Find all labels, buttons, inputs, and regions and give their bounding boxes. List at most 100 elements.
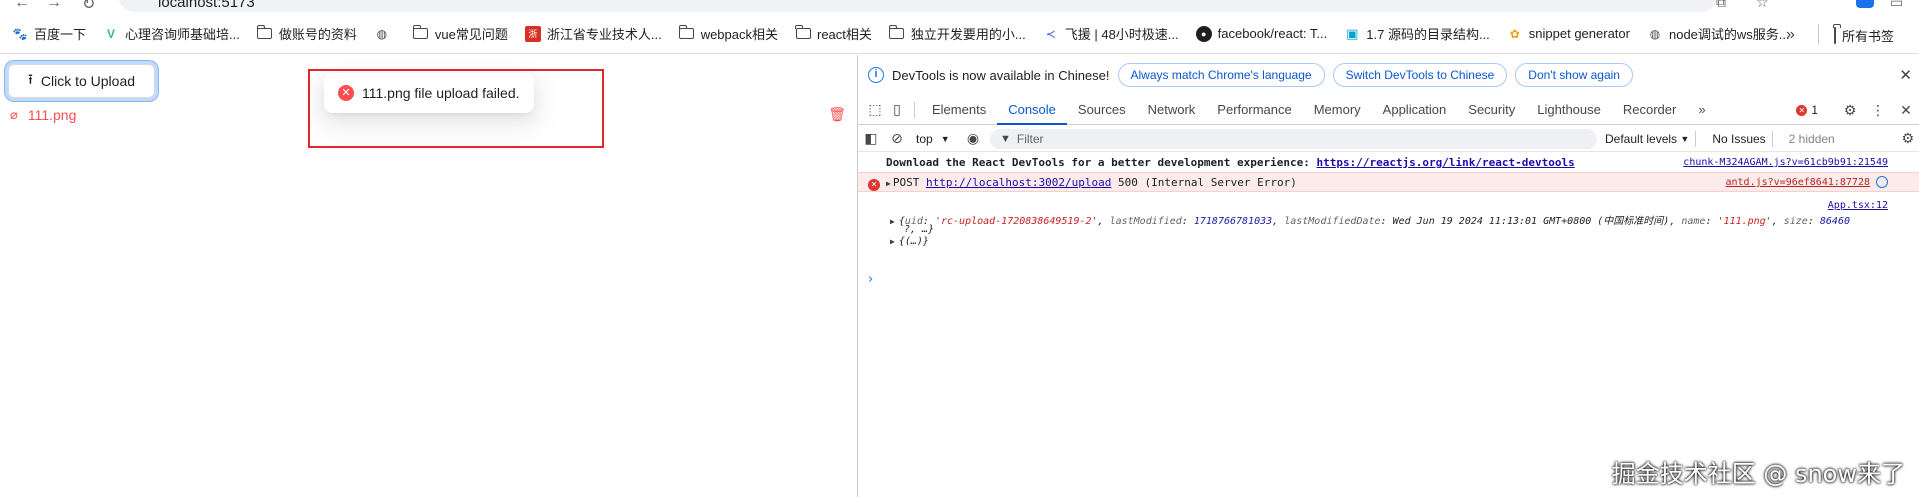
sidebar-toggle-icon[interactable]: ◧ <box>858 130 884 147</box>
folder-icon <box>678 25 695 42</box>
bookmark-item[interactable]: ✿ snippet generator <box>1507 26 1630 42</box>
address-text[interactable]: localhost:5173 <box>158 0 255 11</box>
log-object-line[interactable]: ▶ {(…)} <box>890 236 929 247</box>
console-prompt[interactable]: › <box>868 272 873 287</box>
tab-security[interactable]: Security <box>1457 95 1526 125</box>
context-selector[interactable]: top ▼ <box>916 132 960 146</box>
vue-icon: V <box>107 26 116 41</box>
expand-triangle-icon[interactable]: ▶ <box>890 217 895 226</box>
source-link[interactable]: chunk-M324AGAM.js?v=61cb9b91:21549 <box>1683 157 1888 168</box>
browser-top-strip: ← → ↻ localhost:5173 ⧉ ☆ ▭ <box>0 0 1919 14</box>
source-link[interactable]: antd.js?v=96ef8641:87728 <box>1726 177 1871 188</box>
feiyuan-icon: ≺ <box>1045 26 1056 41</box>
device-toolbar-icon[interactable]: ▯ <box>886 101 908 118</box>
react-devtools-link[interactable]: https://reactjs.org/link/react-devtools <box>1316 156 1574 169</box>
bookmark-item[interactable]: ◍ node调试的ws服务... <box>1647 24 1790 43</box>
translate-icon[interactable]: ⧉ <box>1716 0 1726 11</box>
expand-triangle-icon[interactable]: ▶ <box>890 237 895 246</box>
bookmark-folder[interactable]: vue常见问题 <box>412 24 508 43</box>
bookmark-item[interactable]: 🐾 百度一下 <box>12 24 87 43</box>
error-count-badge[interactable]: ✕ 1 <box>1796 103 1818 117</box>
toast-message: 111.png file upload failed. <box>362 85 520 101</box>
network-icon[interactable] <box>1876 176 1888 188</box>
tab-elements[interactable]: Elements <box>921 95 997 125</box>
console-messages: Download the React DevTools for a better… <box>858 152 1919 497</box>
reload-icon[interactable]: ↻ <box>82 0 95 14</box>
bookmark-item[interactable]: V 心理咨询师基础培... <box>103 24 240 43</box>
chevron-down-icon: ▼ <box>1680 133 1690 144</box>
bookmark-folder[interactable]: webpack相关 <box>678 24 778 43</box>
filter-icon: ▼ <box>1000 132 1011 145</box>
bookmark-item[interactable]: 浙浙江省专业技术人... <box>524 24 662 43</box>
switch-chinese-button[interactable]: Switch DevTools to Chinese <box>1332 63 1508 87</box>
address-bar[interactable] <box>118 0 1718 12</box>
bookmark-star-icon[interactable]: ☆ <box>1756 0 1769 11</box>
console-settings-icon[interactable]: ⚙ <box>1901 130 1914 147</box>
tab-sources[interactable]: Sources <box>1067 95 1137 125</box>
side-panel-icon[interactable]: ▭ <box>1890 0 1903 11</box>
tab-memory[interactable]: Memory <box>1303 95 1372 125</box>
settings-gear-icon[interactable]: ⚙ <box>1836 102 1864 119</box>
file-name[interactable]: 111.png <box>28 107 77 123</box>
tab-performance[interactable]: Performance <box>1206 95 1302 125</box>
tab-application[interactable]: Application <box>1372 95 1458 125</box>
error-icon: ✕ <box>338 85 354 101</box>
all-bookmarks-button[interactable]: 所有书签 <box>1834 26 1894 45</box>
bookmark-folder[interactable]: 独立开发要用的小... <box>888 24 1026 43</box>
bookmark-item[interactable]: ● facebook/react: T... <box>1195 25 1327 42</box>
error-toast: ✕ 111.png file upload failed. <box>324 73 534 113</box>
tab-recorder[interactable]: Recorder <box>1612 95 1687 125</box>
upload-icon: ⭱ <box>27 71 33 87</box>
issues-counter[interactable]: No Issues <box>1712 132 1765 146</box>
divider <box>1695 130 1697 147</box>
source-link[interactable]: App.tsx:12 <box>1828 200 1888 211</box>
tab-network[interactable]: Network <box>1137 95 1207 125</box>
back-icon[interactable]: ← <box>14 0 30 12</box>
expand-triangle-icon[interactable]: ▶ <box>886 179 891 188</box>
tab-lighthouse[interactable]: Lighthouse <box>1526 95 1612 125</box>
delete-icon[interactable]: 🗑 <box>828 106 846 123</box>
close-devtools-icon[interactable]: ✕ <box>1892 102 1919 119</box>
snippet-icon: ✿ <box>1509 26 1520 41</box>
info-icon: i <box>868 67 884 83</box>
filter-input[interactable]: ▼ Filter <box>990 128 1597 149</box>
log-object-continuation: ?, …} <box>904 224 935 235</box>
paperclip-icon: ⌀ <box>10 107 18 122</box>
bookmark-item[interactable]: ▣ 1.7 源码的目录结构... <box>1344 24 1490 43</box>
devtools-language-infobar: i DevTools is now available in Chinese! … <box>858 55 1919 95</box>
folder-icon <box>888 25 905 42</box>
tab-console[interactable]: Console <box>997 95 1067 125</box>
infobar-text: DevTools is now available in Chinese! <box>892 67 1110 83</box>
error-icon: ✕ <box>1796 104 1808 116</box>
more-tabs-icon[interactable]: » <box>1687 95 1716 125</box>
bookmark-item[interactable]: ≺ 飞援 | 48小时极速... <box>1043 24 1179 43</box>
match-language-button[interactable]: Always match Chrome's language <box>1117 63 1325 87</box>
bookmark-folder[interactable]: react相关 <box>794 24 872 43</box>
inspect-element-icon[interactable]: ⬚ <box>864 101 886 118</box>
folder-icon <box>1834 27 1836 44</box>
console-message-log: App.tsx:12 ▶ {uid: 'rc-upload-17208386495… <box>858 200 1919 248</box>
extension-icon[interactable] <box>1856 0 1874 8</box>
bookmarks-more-icon[interactable]: » <box>1786 26 1795 44</box>
bookmark-folder[interactable]: 做账号的资料 <box>256 24 357 43</box>
devtools-panel: i DevTools is now available in Chinese! … <box>857 55 1919 497</box>
upload-button[interactable]: ⭱ Click to Upload <box>8 64 155 98</box>
log-levels-dropdown[interactable]: Default levels ▼ <box>1605 132 1689 146</box>
folder-icon <box>412 25 429 42</box>
clear-console-icon[interactable]: ⊘ <box>884 130 910 147</box>
close-icon[interactable]: ✕ <box>1899 66 1912 84</box>
console-message-error[interactable]: ✕ ▶ POST http://localhost:3002/upload 500 … <box>858 172 1919 192</box>
page-viewport: ⭱ Click to Upload ⌀ 111.png 🗑 ✕ 111.png … <box>0 55 857 497</box>
kebab-menu-icon[interactable]: ⋮ <box>1864 102 1892 119</box>
github-icon: ● <box>1195 25 1212 42</box>
folder-icon <box>794 25 811 42</box>
live-expression-eye-icon[interactable]: ◉ <box>960 130 986 147</box>
dont-show-again-button[interactable]: Don't show again <box>1515 63 1633 87</box>
console-toolbar: ◧ ⊘ top ▼ ◉ ▼ Filter Default levels ▼ No… <box>858 126 1919 152</box>
log-object-line[interactable]: ▶ {uid: 'rc-upload-1720838649519-2', last… <box>890 212 1850 227</box>
bilibili-icon: ▣ <box>1346 25 1359 41</box>
forward-icon[interactable]: → <box>46 0 62 12</box>
divider <box>914 101 915 118</box>
request-url-link[interactable]: http://localhost:3002/upload <box>926 176 1111 189</box>
bookmark-item[interactable]: ◍ <box>374 26 396 42</box>
